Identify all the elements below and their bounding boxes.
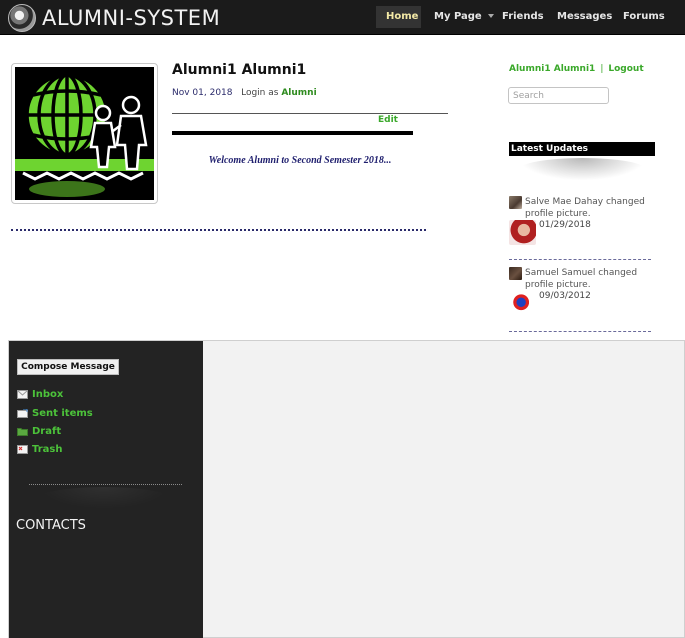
update-divider xyxy=(509,259,651,260)
latest-updates-header: Latest Updates xyxy=(509,142,655,156)
nav-my-page-label: My Page xyxy=(434,11,482,22)
update-item[interactable]: Salve Mae Dahay changed profile picture.… xyxy=(509,196,659,248)
messages-panel: Compose Message Inbox Sent items Draft T… xyxy=(8,340,685,638)
folder-label: Sent items xyxy=(32,407,93,419)
folder-sent-items[interactable]: Sent items xyxy=(17,406,93,420)
nav-forums[interactable]: Forums xyxy=(613,6,675,28)
alumni-globe-logo-svg xyxy=(15,67,154,200)
folder-label: Trash xyxy=(32,443,63,455)
folder-draft[interactable]: Draft xyxy=(17,424,61,438)
camera-lens-logo-icon xyxy=(8,3,36,32)
content-dotted-divider xyxy=(11,229,426,231)
envelope-icon xyxy=(17,389,28,399)
messages-sidebar: Compose Message Inbox Sent items Draft T… xyxy=(9,341,203,638)
sent-mail-icon xyxy=(17,408,28,418)
profile-divider xyxy=(172,113,448,114)
update-date: 01/29/2018 xyxy=(539,220,591,230)
welcome-message: Welcome Alumni to Second Semester 2018..… xyxy=(208,155,392,166)
trash-mail-icon xyxy=(17,444,28,454)
profile-meta: Nov 01, 2018 Login as Alumni xyxy=(172,88,317,98)
brand-name: ALUMNI-SYSTEM xyxy=(42,5,221,30)
login-as-label: Login as xyxy=(241,88,279,98)
nav-friends[interactable]: Friends xyxy=(492,6,554,28)
brand[interactable]: ALUMNI-SYSTEM xyxy=(8,3,220,32)
folder-label: Draft xyxy=(32,425,62,437)
profile-avatar xyxy=(11,63,158,204)
current-user-link[interactable]: Alumni1 Alumni1 xyxy=(509,64,595,74)
nav-home[interactable]: Home xyxy=(376,6,421,28)
profile-picture-thumbnail-icon xyxy=(509,220,536,245)
compose-message-button[interactable]: Compose Message xyxy=(17,359,119,375)
user-links-separator: | xyxy=(600,64,604,74)
folder-inbox[interactable]: Inbox xyxy=(17,387,63,401)
user-links: Alumni1 Alumni1 | Logout xyxy=(509,64,644,74)
sidebar-dotted-divider xyxy=(29,484,182,485)
folder-label: Inbox xyxy=(32,388,64,400)
logout-link[interactable]: Logout xyxy=(608,64,643,74)
contacts-heading: CONTACTS xyxy=(16,518,86,533)
folder-trash[interactable]: Trash xyxy=(17,442,62,456)
update-text: Salve Mae Dahay changed profile picture. xyxy=(525,197,645,219)
edit-profile-link[interactable]: Edit xyxy=(378,115,398,125)
user-thumbnail-icon xyxy=(509,267,522,280)
profile-name: Alumni1 Alumni1 xyxy=(172,62,307,78)
nav-messages[interactable]: Messages xyxy=(547,6,622,28)
top-navbar: ALUMNI-SYSTEM Home My Page Friends Messa… xyxy=(0,0,685,35)
update-divider xyxy=(509,331,651,332)
profile-thick-divider xyxy=(172,131,413,135)
profile-date: Nov 01, 2018 xyxy=(172,88,233,98)
login-role-link[interactable]: Alumni xyxy=(281,88,316,98)
search-input[interactable] xyxy=(508,87,609,104)
profile-picture-thumbnail-icon xyxy=(509,291,536,316)
folder-icon xyxy=(17,427,28,436)
updates-header-shadow xyxy=(520,158,645,180)
sidebar-divider-glow xyxy=(39,487,169,509)
update-date: 09/03/2012 xyxy=(539,291,591,301)
update-item[interactable]: Samuel Samuel changed profile picture. 0… xyxy=(509,267,659,319)
alumni-globe-logo-icon xyxy=(15,67,154,200)
update-text: Samuel Samuel changed profile picture. xyxy=(525,268,638,290)
user-thumbnail-icon xyxy=(509,196,522,209)
